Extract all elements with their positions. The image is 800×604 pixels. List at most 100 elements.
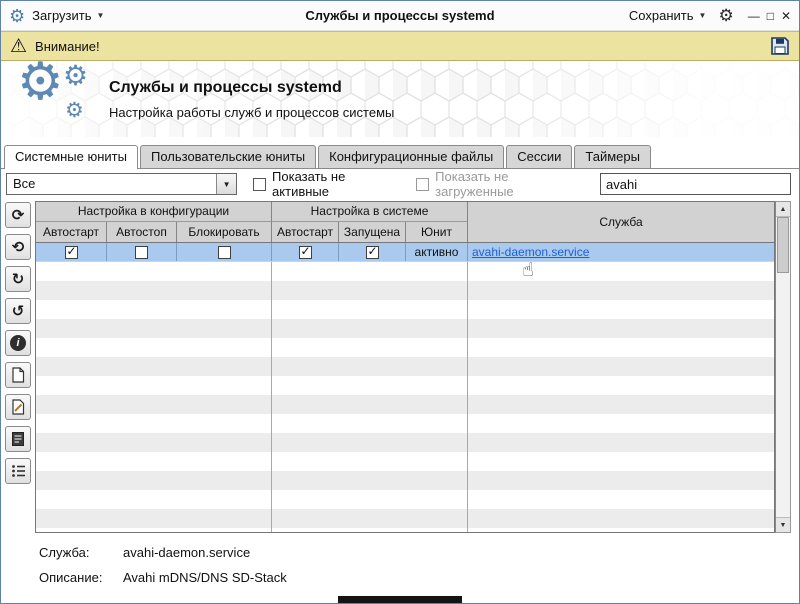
- scroll-up-button[interactable]: ▲: [776, 202, 790, 217]
- load-button-label: Загрузить: [32, 8, 92, 23]
- running-checkbox[interactable]: [365, 244, 379, 259]
- col-header-autostart-config: Автостарт: [36, 222, 107, 242]
- autostart-system-checkbox[interactable]: [298, 244, 312, 259]
- col-header-block: Блокировать: [177, 222, 272, 242]
- info-button[interactable]: i: [5, 330, 31, 356]
- details-panel: Служба: avahi-daemon.service Описание: A…: [1, 533, 799, 603]
- dependencies-list-button[interactable]: [5, 458, 31, 484]
- block-checkbox[interactable]: [217, 245, 231, 259]
- reload-timer-button[interactable]: ⟲: [5, 234, 31, 260]
- units-table: Настройка в конфигурации Настройка в сис…: [35, 201, 775, 533]
- combo-arrow-icon[interactable]: ▼: [216, 174, 237, 194]
- load-button[interactable]: Загрузить ▼: [32, 8, 104, 23]
- table-row-empty: [36, 262, 774, 281]
- table-row-selected[interactable]: активно avahi-daemon.service: [36, 243, 774, 262]
- tab-user-units[interactable]: Пользовательские юниты: [139, 145, 317, 168]
- main-area: ⟳ ⟲ ↻ ↺ i Настройка в конфигурации Настр…: [1, 199, 799, 533]
- warning-icon: ⚠: [10, 35, 28, 57]
- page-title: Службы и процессы systemd: [109, 78, 342, 96]
- tab-bar: Системные юниты Пользовательские юниты К…: [1, 137, 799, 169]
- page-subtitle: Настройка работы служб и процессов систе…: [109, 104, 395, 120]
- unit-file-button[interactable]: [5, 362, 31, 388]
- save-button[interactable]: Сохранить ▼: [629, 8, 707, 23]
- description-value: Avahi mDNS/DNS SD-Stack: [123, 570, 287, 585]
- edit-file-button[interactable]: [5, 394, 31, 420]
- show-unloaded-checkbox[interactable]: [416, 177, 430, 191]
- info-icon: i: [10, 335, 26, 351]
- table-row-empty: [36, 357, 774, 376]
- show-unloaded-label: Показать не загруженные: [435, 169, 514, 199]
- reload-timer-icon: ⟲: [11, 239, 25, 256]
- show-inactive-label: Показать не активные: [272, 169, 346, 199]
- table-row-empty: [36, 528, 774, 532]
- table-row-empty: [36, 509, 774, 528]
- save-floppy-icon[interactable]: [770, 36, 790, 56]
- minimize-button[interactable]: —: [748, 10, 760, 22]
- state-filter-dropdown[interactable]: Все ▼: [6, 173, 238, 195]
- settings-gear-icon[interactable]: ⚙: [718, 7, 733, 24]
- warning-text: Внимание!: [35, 38, 100, 54]
- tab-sessions[interactable]: Сессии: [506, 145, 573, 168]
- gear-icon: ⚙: [65, 99, 84, 122]
- journal-icon: [12, 432, 24, 446]
- app-window: ⚙ Загрузить ▼ Службы и процессы systemd …: [0, 0, 800, 604]
- scrollbar-thumb[interactable]: [777, 217, 789, 273]
- unit-status: активно: [406, 243, 468, 261]
- autostart-config-checkbox[interactable]: [64, 244, 78, 259]
- table-row-empty: [36, 338, 774, 357]
- table-wrap: Настройка в конфигурации Настройка в сис…: [35, 201, 791, 533]
- restart-button[interactable]: ↻: [5, 266, 31, 292]
- show-unloaded-checkbox-group: Показать не загруженные: [416, 169, 584, 199]
- table-row-empty: [36, 433, 774, 452]
- table-row-empty: [36, 490, 774, 509]
- window-title: Службы и процессы systemd: [305, 8, 495, 23]
- col-header-autostart-system: Автостарт: [272, 222, 339, 242]
- cursor-pointer-icon: ☝: [522, 260, 534, 281]
- journal-button[interactable]: [5, 426, 31, 452]
- restart-icon: ↻: [11, 271, 25, 288]
- side-toolbar: ⟳ ⟲ ↻ ↺ i: [5, 201, 33, 533]
- show-inactive-checkbox-group: Показать не активные: [253, 169, 400, 199]
- table-row-empty: [36, 471, 774, 490]
- titlebar-right: Сохранить ▼ ⚙ — □ ✕: [571, 7, 791, 24]
- table-row-empty: [36, 281, 774, 300]
- maximize-button[interactable]: □: [767, 10, 774, 22]
- table-row-empty: [36, 376, 774, 395]
- filter-bar: Все ▼ Показать не активные Показать не з…: [1, 169, 799, 199]
- save-button-label: Сохранить: [628, 8, 694, 23]
- refresh-button[interactable]: ⟳: [5, 202, 31, 228]
- table-empty-rows: [36, 262, 774, 532]
- undo-icon: ↺: [11, 303, 25, 320]
- file-icon: [12, 367, 25, 383]
- scroll-down-button[interactable]: ▼: [776, 517, 790, 532]
- vertical-scrollbar[interactable]: ▲ ▼: [775, 201, 791, 533]
- service-value: avahi-daemon.service: [123, 545, 251, 560]
- close-button[interactable]: ✕: [781, 10, 791, 22]
- undo-button[interactable]: ↺: [5, 298, 31, 324]
- state-filter-value: Все: [13, 176, 36, 191]
- search-input[interactable]: [600, 173, 791, 195]
- table-row-empty: [36, 452, 774, 471]
- group-header-system: Настройка в системе: [272, 202, 468, 222]
- chevron-down-icon: ▼: [96, 11, 105, 20]
- table-body: активно avahi-daemon.service ☝: [36, 243, 774, 532]
- app-logo-gears: ⚙ ⚙ ⚙: [1, 61, 109, 134]
- col-header-unit: Юнит: [406, 222, 468, 242]
- col-header-autostop: Автостоп: [107, 222, 177, 242]
- service-link[interactable]: avahi-daemon.service: [472, 245, 589, 259]
- table-header: Настройка в конфигурации Настройка в сис…: [36, 202, 774, 243]
- window-controls: — □ ✕: [748, 10, 791, 22]
- tab-system-units[interactable]: Системные юниты: [4, 145, 138, 169]
- table-row-empty: [36, 395, 774, 414]
- table-row-empty: [36, 300, 774, 319]
- warning-bar: ⚠ Внимание!: [1, 31, 799, 61]
- file-edit-icon: [12, 399, 25, 415]
- show-inactive-checkbox[interactable]: [253, 177, 267, 191]
- tab-timers[interactable]: Таймеры: [574, 145, 651, 168]
- col-header-running: Запущена: [339, 222, 406, 242]
- gear-icon: ⚙: [17, 61, 64, 111]
- table-row-empty: [36, 414, 774, 433]
- service-label: Служба:: [39, 545, 90, 560]
- tab-config-files[interactable]: Конфигурационные файлы: [318, 145, 505, 168]
- autostop-checkbox[interactable]: [135, 245, 148, 259]
